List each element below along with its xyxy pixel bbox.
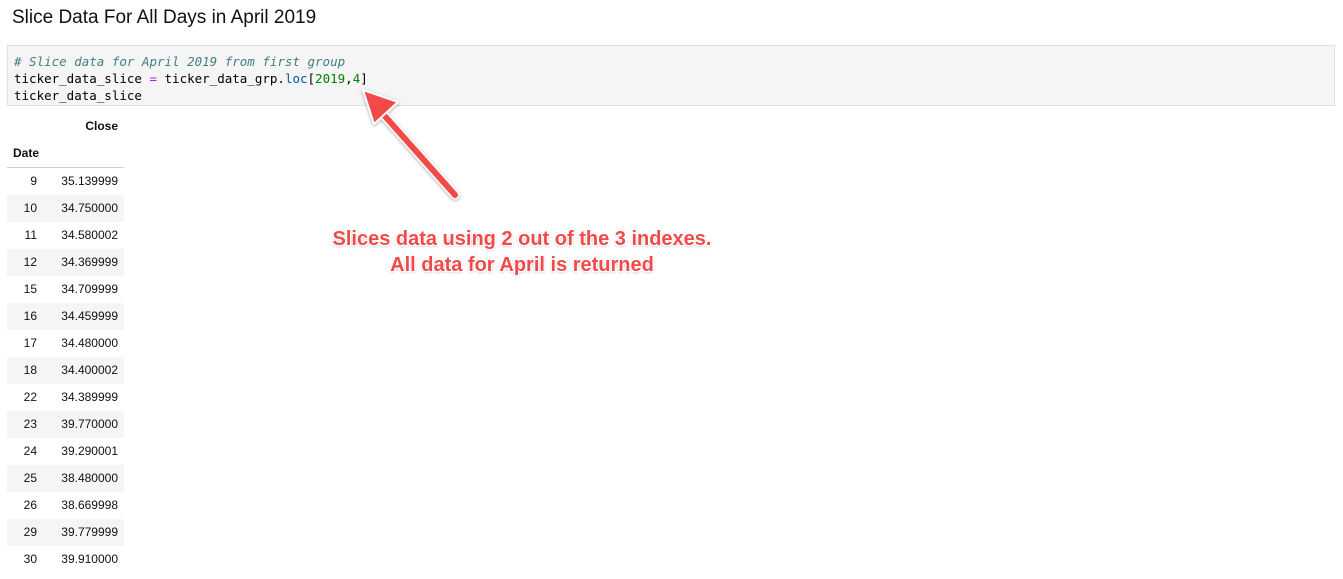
row-value-close: 34.750000 (43, 195, 124, 222)
table-row: 16 34.459999 (7, 303, 124, 330)
table-body: 9 35.139999 10 34.750000 11 34.580002 12 34.369… (7, 168, 124, 574)
table-row: 17 34.480000 (7, 330, 124, 357)
row-value-close: 39.770000 (43, 411, 124, 438)
row-index-date: 30 (23, 552, 37, 566)
table-header-row: Close (7, 113, 124, 140)
row-value-close: 34.580002 (61, 228, 118, 242)
row-value-close: 38.480000 (43, 465, 124, 492)
code-line-comment: # Slice data for April 2019 from first g… (14, 53, 1334, 70)
row-value-close: 38.669998 (61, 498, 118, 512)
row-value-close: 34.369999 (43, 249, 124, 276)
table-row: 11 34.580002 (7, 222, 124, 249)
row-index-date: 29 (7, 519, 43, 546)
annotation-line-2: All data for April is returned (390, 254, 654, 276)
row-index-date: 24 (23, 444, 37, 458)
column-header-close: Close (85, 119, 118, 133)
row-value-close: 39.910000 (61, 552, 118, 566)
code-object: ticker_data_grp. (157, 71, 285, 86)
table-row: 23 39.770000 (7, 411, 124, 438)
code-function: loc (284, 71, 308, 86)
row-value-close: 35.139999 (61, 174, 118, 188)
table-corner-cell (7, 113, 43, 140)
row-value-close: 34.389999 (61, 390, 118, 404)
row-value-close: 34.459999 (43, 303, 124, 330)
table-row: 29 39.779999 (7, 519, 124, 546)
row-index-date: 16 (7, 303, 43, 330)
table-row: 26 38.669998 (7, 492, 124, 519)
code-cell-input[interactable]: # Slice data for April 2019 from first g… (7, 45, 1335, 106)
code-var: ticker_data_slice (14, 71, 150, 86)
row-value-close: 34.480000 (61, 336, 118, 350)
table-row: 30 39.910000 (7, 546, 124, 573)
row-index-date: 12 (7, 249, 43, 276)
page-title: Slice Data For All Days in April 2019 (12, 7, 317, 28)
table-row: 9 35.139999 (7, 168, 124, 196)
table-row: 15 34.709999 (7, 276, 124, 303)
table-row: 10 34.750000 (7, 195, 124, 222)
annotation-line-1: Slices data using 2 out of the 3 indexes… (332, 228, 712, 250)
row-index-date: 9 (30, 174, 37, 188)
dataframe-output: Close Date 9 35.139999 10 34.750000 11 34.580… (7, 113, 124, 573)
row-index-date: 18 (7, 357, 43, 384)
row-index-date: 23 (7, 411, 43, 438)
annotation-arrow (362, 89, 460, 200)
table-row: 22 34.389999 (7, 384, 124, 411)
table-row: 12 34.369999 (7, 249, 124, 276)
row-index-date: 22 (23, 390, 37, 404)
table-row: 24 39.290001 (7, 438, 124, 465)
code-var-echo: ticker_data_slice (14, 88, 142, 103)
row-value-close: 39.779999 (43, 519, 124, 546)
code-line-assignment: ticker_data_slice = ticker_data_grp.loc[… (14, 70, 1334, 87)
table-row: 18 34.400002 (7, 357, 124, 384)
table-index-header-row: Date (7, 140, 124, 168)
index-header-spacer (43, 140, 124, 168)
row-value-close: 34.709999 (61, 282, 118, 296)
row-index-date: 10 (7, 195, 43, 222)
row-value-close: 34.400002 (43, 357, 124, 384)
annotation-callout: Slices data using 2 out of the 3 indexes… (300, 226, 744, 278)
code-number-year: 2019 (315, 71, 346, 86)
table-row: 25 38.480000 (7, 465, 124, 492)
code-comment: # Slice data for April 2019 from first g… (14, 54, 346, 69)
code-bracket-open: [ (307, 71, 316, 86)
index-header-date: Date (13, 146, 40, 160)
code-line-output-var: ticker_data_slice (14, 87, 1334, 104)
row-index-date: 17 (23, 336, 37, 350)
code-operator: = (149, 71, 157, 86)
row-index-date: 26 (23, 498, 37, 512)
row-index-date: 15 (23, 282, 37, 296)
row-index-date: 25 (7, 465, 43, 492)
row-value-close: 39.290001 (61, 444, 118, 458)
row-index-date: 11 (24, 228, 37, 242)
